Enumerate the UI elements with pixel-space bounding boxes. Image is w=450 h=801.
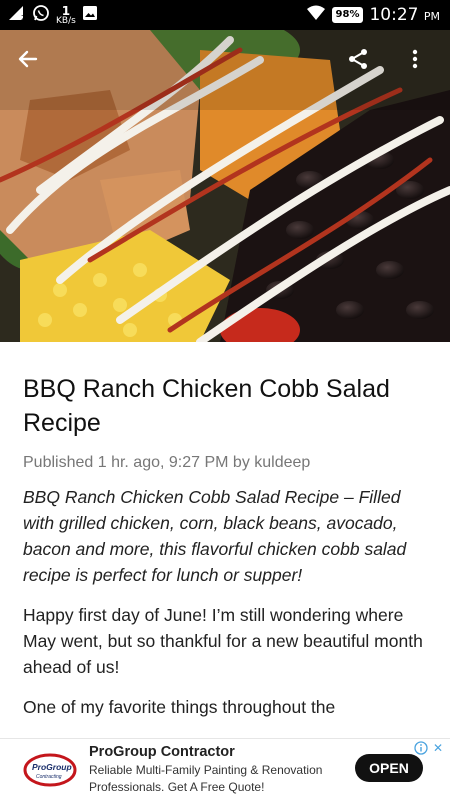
article-meta: Published 1 hr. ago, 9:27 PM by kuldeep	[23, 454, 311, 471]
svg-text:Contracting: Contracting	[36, 774, 62, 780]
ad-logo: ProGroup Contracting	[22, 749, 78, 791]
share-icon	[349, 49, 367, 69]
ad-title: ProGroup Contractor	[89, 744, 235, 760]
signal-icon: 2	[8, 5, 26, 25]
whatsapp-icon	[32, 4, 50, 26]
ad-description: Reliable Multi-Family Painting & Renovat…	[89, 763, 323, 794]
svg-text:2: 2	[21, 14, 25, 21]
battery-icon: 98%	[331, 7, 364, 23]
share-button[interactable]	[346, 47, 382, 83]
article-paragraph: Happy first day of June! I’m still wonde…	[23, 605, 423, 677]
more-vert-icon	[412, 49, 418, 69]
more-options-button[interactable]	[403, 47, 439, 83]
info-icon[interactable]	[414, 741, 428, 760]
salad-photo	[0, 30, 450, 342]
article-intro: BBQ Ranch Chicken Cobb Salad Recipe – Fi…	[23, 487, 407, 585]
clock: 10:27 PM	[369, 5, 440, 25]
status-bar: 2 1 KB/s 98% 10:27 PM	[0, 0, 450, 30]
ad-close-icon[interactable]: ✕	[433, 741, 443, 755]
image-icon	[82, 5, 98, 25]
back-button[interactable]	[16, 47, 52, 83]
back-arrow-icon	[18, 50, 38, 68]
article: BBQ Ranch Chicken Cobb Salad Recipe Publ…	[23, 372, 429, 720]
network-speed: 1 KB/s	[56, 3, 76, 26]
hero-image	[0, 30, 450, 342]
wifi-icon	[306, 5, 326, 25]
ad-open-button[interactable]: OPEN	[355, 754, 423, 782]
article-paragraph: One of my favorite things throughout the	[23, 697, 336, 717]
svg-text:ProGroup: ProGroup	[32, 762, 72, 772]
article-title: BBQ Ranch Chicken Cobb Salad Recipe	[23, 375, 390, 437]
